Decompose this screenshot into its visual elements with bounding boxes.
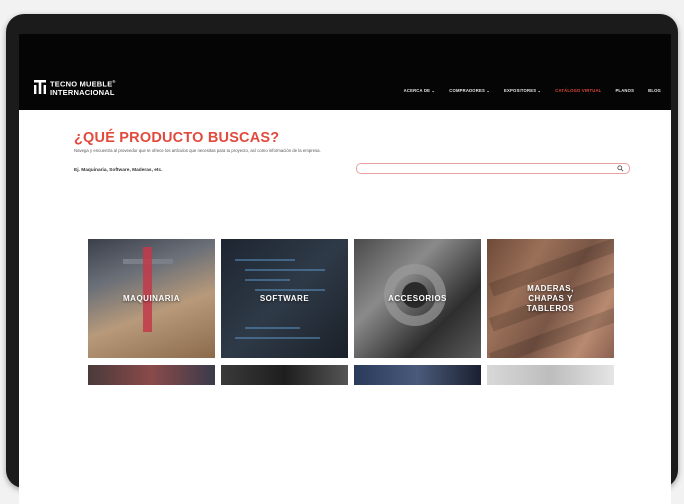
- nav-item-acerca-de[interactable]: ACERCA DE ⌄: [404, 88, 436, 93]
- brand-logo[interactable]: TECNO MUEBLE® INTERNACIONAL: [34, 78, 116, 97]
- nav-item-blog[interactable]: BLOG: [648, 88, 661, 93]
- page-description: Navega y encuentra al proveedor que te o…: [74, 148, 321, 153]
- search-input[interactable]: [363, 164, 603, 173]
- category-label: SOFTWARE: [259, 293, 310, 303]
- category-label: ACCESORIOS: [388, 293, 447, 303]
- code-line-image: [245, 279, 290, 281]
- category-label: MAQUINARIA: [123, 293, 180, 303]
- code-line-image: [245, 269, 325, 271]
- tm-logo-icon: [34, 80, 46, 95]
- category-tile-software[interactable]: SOFTWARE: [221, 239, 348, 358]
- tablet-frame: TECNO MUEBLE® INTERNACIONAL ACERCA DE ⌄ …: [6, 14, 678, 504]
- nav-item-compradores[interactable]: COMPRADORES ⌄: [449, 88, 490, 93]
- code-line-image: [235, 259, 295, 261]
- nav-item-planos[interactable]: PLANOS: [615, 88, 634, 93]
- category-tile-maquinaria[interactable]: MAQUINARIA: [88, 239, 215, 358]
- category-tile-accesorios[interactable]: ACCESORIOS: [354, 239, 481, 358]
- code-line-image: [255, 289, 325, 291]
- category-tile-row2-2[interactable]: [221, 365, 348, 385]
- search-examples: Ej. Maquinaria, Software, Maderas, etc.: [74, 168, 163, 173]
- nav-item-catalogo-virtual[interactable]: CATÁLOGO VIRTUAL: [555, 88, 601, 93]
- category-tile-maderas[interactable]: MADERAS, CHAPAS Y TABLEROS: [487, 239, 614, 358]
- browser-viewport: TECNO MUEBLE® INTERNACIONAL ACERCA DE ⌄ …: [19, 34, 671, 504]
- code-line-image: [245, 327, 300, 329]
- category-label: MADERAS, CHAPAS Y TABLEROS: [526, 283, 575, 313]
- code-line-image: [235, 337, 320, 339]
- search-icon[interactable]: [617, 165, 624, 172]
- category-tile-row2-3[interactable]: [354, 365, 481, 385]
- search-bar[interactable]: [356, 163, 630, 174]
- brand-name: TECNO MUEBLE® INTERNACIONAL: [50, 79, 116, 97]
- main-menu: ACERCA DE ⌄ COMPRADORES ⌄ EXPOSITORES ⌄ …: [404, 88, 661, 93]
- top-navbar: TECNO MUEBLE® INTERNACIONAL ACERCA DE ⌄ …: [19, 34, 671, 110]
- machine-head-image: [143, 247, 152, 332]
- nav-item-expositores[interactable]: EXPOSITORES ⌄: [504, 88, 541, 93]
- page-title: ¿QUÉ PRODUCTO BUSCAS?: [74, 130, 280, 146]
- category-tile-row2-1[interactable]: [88, 365, 215, 385]
- category-tile-row2-4[interactable]: [487, 365, 614, 385]
